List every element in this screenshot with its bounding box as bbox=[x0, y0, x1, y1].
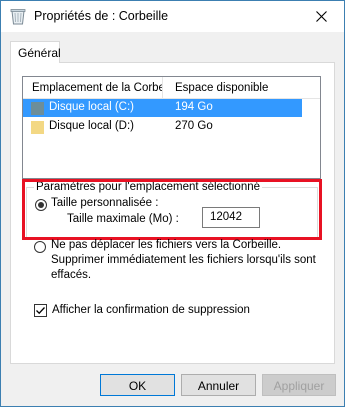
no-move-label-line1: Ne pas déplacer les fichiers vers la Cor… bbox=[51, 239, 282, 251]
no-move-label-line3: effacés. bbox=[51, 269, 92, 281]
window-title: Propriétés de : Corbeille bbox=[34, 9, 169, 23]
drive-space: 270 Go bbox=[175, 120, 213, 132]
drive-name: Disque local (D:) bbox=[49, 120, 134, 132]
recycle-bin-location-list[interactable]: Emplacement de la Corbeille Espace dispo… bbox=[22, 76, 321, 179]
drive-icon bbox=[31, 102, 44, 115]
confirm-delete-label: Afficher la confirmation de suppression bbox=[52, 304, 250, 316]
ok-button[interactable]: OK bbox=[100, 374, 175, 396]
list-row-drive-d[interactable]: Disque local (D:) 270 Go bbox=[23, 118, 302, 136]
cancel-button[interactable]: Annuler bbox=[181, 374, 256, 396]
close-button[interactable] bbox=[298, 1, 344, 32]
tab-general[interactable]: Général bbox=[10, 41, 61, 63]
no-move-label-line2: Supprimer immédiatement les fichiers lor… bbox=[51, 254, 316, 266]
confirm-delete-checkbox[interactable] bbox=[34, 304, 47, 317]
list-header: Emplacement de la Corbeille Espace dispo… bbox=[23, 77, 320, 99]
properties-dialog: Propriétés de : Corbeille Général Emplac… bbox=[0, 0, 345, 407]
annotation-highlight bbox=[22, 179, 322, 240]
drive-icon bbox=[31, 121, 44, 134]
list-row-drive-c[interactable]: Disque local (C:) 194 Go bbox=[23, 99, 302, 117]
drive-name: Disque local (C:) bbox=[49, 101, 134, 113]
close-icon bbox=[315, 11, 327, 22]
drive-space: 194 Go bbox=[175, 101, 213, 113]
apply-button[interactable]: Appliquer bbox=[262, 374, 336, 396]
column-header-location[interactable]: Emplacement de la Corbeille bbox=[23, 77, 163, 98]
recycle-bin-icon bbox=[10, 8, 26, 25]
no-move-radio[interactable] bbox=[34, 241, 46, 253]
checkmark-icon bbox=[36, 307, 45, 315]
title-bar: Propriétés de : Corbeille bbox=[1, 1, 344, 32]
